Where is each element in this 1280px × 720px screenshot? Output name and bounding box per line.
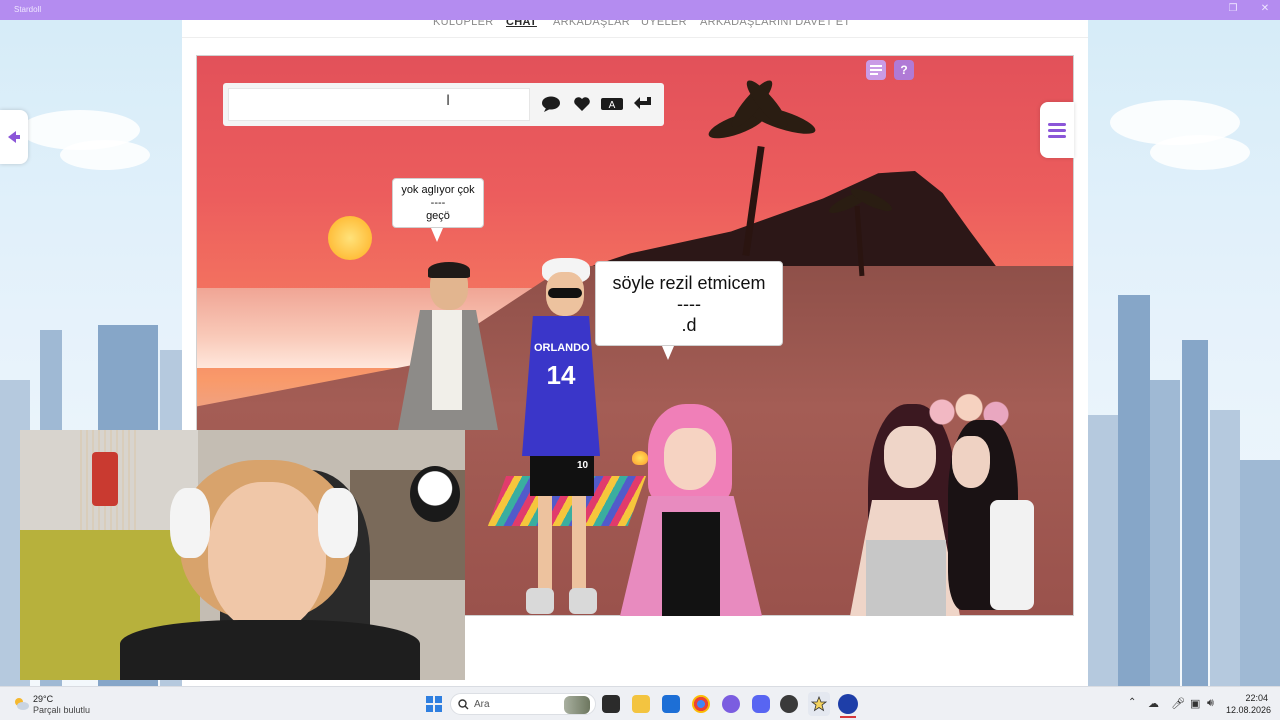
sunset-sun [328,216,372,260]
send-button[interactable] [630,92,656,116]
ea-app-icon[interactable] [838,694,858,714]
building [1150,380,1180,686]
bubble-line: yok aglıyor çok [401,184,475,196]
pinned-star-icon[interactable] [808,692,830,716]
volume-icon[interactable]: 🔊︎ [1207,697,1214,710]
send-icon [634,97,651,109]
help-button[interactable]: ? [894,60,914,80]
speech-bubble-icon [542,96,560,112]
side-back-tab[interactable] [0,110,28,164]
person-shirt [120,620,420,680]
chrome-icon[interactable] [692,695,710,713]
active-app-indicator [840,716,856,718]
nav-divider [182,37,1088,38]
text-cursor-icon: I [446,93,451,109]
network-icon[interactable]: ▣ [1190,697,1200,710]
heart-button[interactable] [569,92,595,116]
panda-plush [410,466,460,522]
speech-bubble-1: yok aglıyor çok ---- geçö [392,178,484,242]
window-titlebar: Stardoll ❐ ✕ [0,0,1280,20]
weather-description[interactable]: Parçalı bulutlu [33,705,90,715]
person-face [208,482,326,632]
hamburger-menu-icon [1048,123,1066,138]
heart-icon [574,97,590,111]
discord-icon[interactable] [752,695,770,713]
microphone-icon[interactable]: 🎤︎ [1171,697,1185,710]
bubble-line: ---- [677,294,701,314]
speech-bubble-2: söyle rezil etmicem ---- .d [595,261,783,360]
nav-item-members[interactable]: ÜYELER [641,20,687,28]
weather-temperature[interactable]: 29°C [33,694,53,704]
avatar-shoe [526,588,554,614]
restore-icon[interactable]: ❐ [1226,3,1240,15]
clock-time[interactable]: 22:04 [1244,693,1268,703]
avatar-head [884,426,936,488]
speech-bubble-button[interactable] [538,92,564,116]
file-explorer-icon[interactable] [632,695,650,713]
bubble-line: .d [681,315,697,335]
building [1210,410,1240,686]
red-lantern [92,452,118,506]
top-navigation: KULÜPLER CHAT ARKADAŞLAR ÜYELER ARKADAŞL… [182,20,1088,36]
windows-start-icon [426,696,442,712]
clock-date[interactable]: 12.08.2026 [1226,705,1271,715]
webcam-overlay [20,430,465,680]
bubble-line: ---- [430,197,446,209]
avatar-top [866,540,946,616]
bubble-tail [662,346,674,360]
avatar-shirt [432,310,462,410]
start-button[interactable] [425,695,443,713]
cloud-icon[interactable]: ☁ [1148,697,1159,710]
help-icon: ? [900,63,908,77]
text-style-icon: A [601,98,623,111]
campfire [632,451,648,465]
window-title: Stardoll [14,5,42,14]
chat-input[interactable] [228,88,530,121]
task-view-icon[interactable] [602,695,620,713]
taskbar-search-placeholder: Ara [474,699,490,710]
headphone-right [318,488,358,558]
close-icon[interactable]: ✕ [1258,3,1272,15]
text-style-button[interactable]: A [598,92,626,116]
cloud [60,140,150,170]
avatar-leg [538,496,552,592]
avatar-shoe [569,588,597,614]
jersey-text: ORLANDO [534,342,590,354]
app-circle-icon[interactable] [722,695,740,713]
avatar-top [662,512,720,616]
store-icon[interactable] [662,695,680,713]
weather-icon[interactable] [12,694,30,712]
search-highlight-icon [564,696,590,714]
avatar-head [952,436,990,488]
bubble-line: söyle rezil etmicem [612,273,766,293]
headphone-left [170,488,210,558]
nav-item-chat[interactable]: CHAT [506,20,537,28]
cloud [1150,135,1250,170]
nav-item-invite-friends[interactable]: ARKADAŞLARINI DAVET ET [700,20,850,28]
nav-item-clubs[interactable]: KULÜPLER [433,20,493,28]
avatar-hair [428,262,470,278]
app-dark-icon[interactable] [780,695,798,713]
avatar-head [664,428,716,490]
avatar-sunglasses [548,288,582,298]
chevron-up-icon[interactable]: ⌃ [1128,697,1136,708]
jersey-number: 14 [546,360,576,390]
search-icon [458,699,469,710]
menu-button[interactable] [1040,102,1074,158]
notes-icon [870,65,882,75]
building [1118,295,1150,686]
bubble-tail [431,228,443,242]
notes-button[interactable] [866,60,886,80]
svg-text:A: A [609,100,616,111]
bubble-line: geçö [426,210,450,222]
building [1240,460,1280,686]
nav-item-friends[interactable]: ARKADAŞLAR [553,20,630,28]
shorts-number: 10 [577,460,589,471]
back-arrow-icon [8,131,20,143]
building [1182,340,1208,686]
avatar-top [990,500,1034,610]
avatar-leg [572,496,586,592]
